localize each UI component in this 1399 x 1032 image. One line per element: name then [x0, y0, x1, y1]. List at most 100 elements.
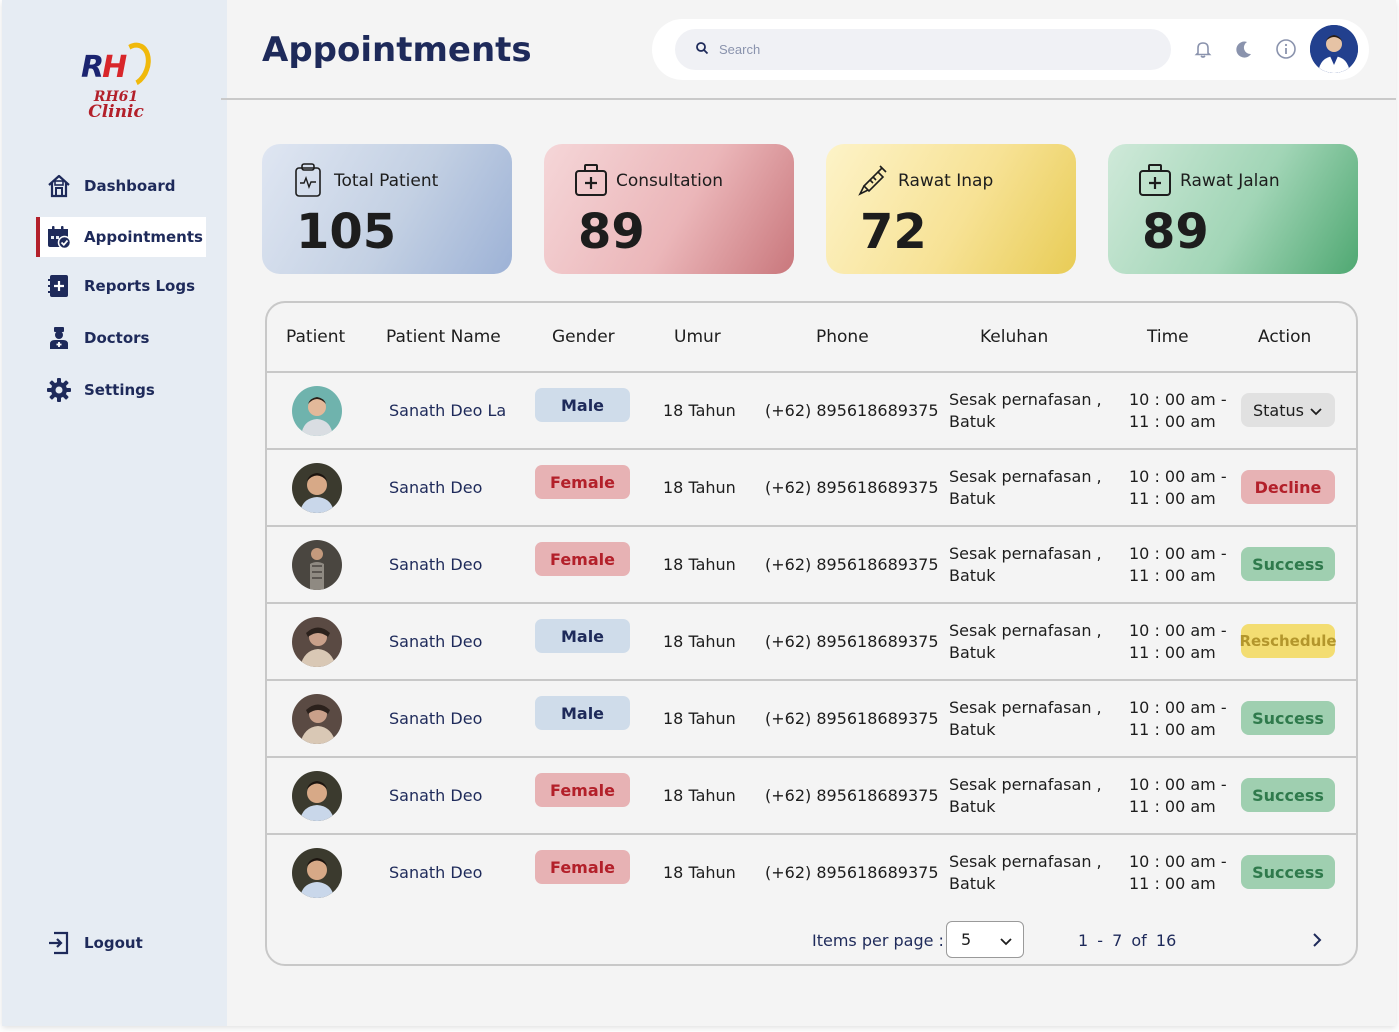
sidebar-item-settings[interactable]: Settings: [36, 370, 206, 410]
stat-value: 89: [1142, 204, 1209, 260]
table-row[interactable]: Sanath Deo Male 18 Tahun (+62) 895618689…: [267, 604, 1356, 681]
table-row[interactable]: Sanath Deo La Male 18 Tahun (+62) 895618…: [267, 373, 1356, 450]
dark-mode-moon-icon[interactable]: [1233, 38, 1255, 60]
user-avatar[interactable]: [1310, 25, 1358, 73]
appointment-time: 10 : 00 am -11 : 00 am: [1129, 621, 1227, 662]
patient-name: Sanath Deo La: [389, 401, 507, 420]
appointment-time: 10 : 00 am -11 : 00 am: [1129, 698, 1227, 739]
table-row[interactable]: Sanath Deo Female 18 Tahun (+62) 8956186…: [267, 758, 1356, 835]
gender-badge: Male: [535, 696, 630, 730]
home-icon: [46, 173, 72, 199]
table-row[interactable]: Sanath Deo Male 18 Tahun (+62) 895618689…: [267, 681, 1356, 758]
info-icon[interactable]: [1275, 38, 1297, 60]
patient-phone: (+62) 895618689375: [765, 555, 939, 574]
medical-kit-icon: [574, 162, 608, 198]
sidebar-item-label: Settings: [84, 381, 155, 399]
patient-age: 18 Tahun: [663, 863, 736, 882]
sidebar-item-doctors[interactable]: Doctors: [36, 318, 206, 358]
top-bar: Search: [652, 19, 1369, 80]
column-header: Patient Name: [386, 327, 501, 347]
logout-button[interactable]: Logout: [36, 923, 206, 963]
stat-value: 72: [860, 204, 927, 260]
medical-notebook-icon: [46, 273, 72, 299]
patient-phone: (+62) 895618689375: [765, 709, 939, 728]
patient-age: 18 Tahun: [663, 786, 736, 805]
gender-badge: Female: [535, 542, 630, 576]
patient-avatar: [292, 617, 342, 667]
sidebar-item-label: Dashboard: [84, 177, 176, 195]
patient-age: 18 Tahun: [663, 709, 736, 728]
stat-value: 105: [296, 204, 397, 260]
table-row[interactable]: Sanath Deo Female 18 Tahun (+62) 8956186…: [267, 527, 1356, 604]
patient-complaint: Sesak pernafasan , Batuk: [949, 621, 1102, 662]
patient-name: Sanath Deo: [389, 786, 483, 805]
gear-icon: [46, 377, 72, 403]
patient-avatar: [292, 771, 342, 821]
gender-badge: Male: [535, 619, 630, 653]
appointment-time: 10 : 00 am -11 : 00 am: [1129, 390, 1227, 431]
patient-name: Sanath Deo: [389, 632, 483, 651]
items-per-page-select[interactable]: 5: [946, 921, 1024, 958]
column-header: Gender: [552, 327, 615, 347]
status-dropdown[interactable]: Status: [1241, 393, 1335, 427]
patient-age: 18 Tahun: [663, 632, 736, 651]
column-header: Keluhan: [980, 327, 1049, 347]
search-placeholder: Search: [719, 42, 761, 57]
page-title: Appointments: [262, 30, 532, 70]
success-badge[interactable]: Success: [1241, 778, 1335, 812]
stat-value: 89: [578, 204, 645, 260]
chevron-down-icon: [1309, 403, 1323, 422]
patient-age: 18 Tahun: [663, 401, 736, 420]
header-divider: [221, 98, 1396, 100]
patient-complaint: Sesak pernafasan , Batuk: [949, 544, 1102, 585]
table-header: Patient Patient Name Gender Umur Phone K…: [267, 303, 1356, 373]
stat-card-total-patient[interactable]: Total Patient 105: [262, 144, 512, 274]
table-row[interactable]: Sanath Deo Female 18 Tahun (+62) 8956186…: [267, 450, 1356, 527]
patient-complaint: Sesak pernafasan , Batuk: [949, 467, 1102, 508]
sidebar-item-appointments[interactable]: Appointments: [36, 217, 206, 257]
stat-card-rawat-jalan[interactable]: Rawat Jalan 89: [1108, 144, 1358, 274]
sidebar-item-dashboard[interactable]: Dashboard: [36, 166, 206, 206]
stat-card-rawat-inap[interactable]: Rawat Inap 72: [826, 144, 1076, 274]
column-header: Action: [1258, 327, 1312, 347]
stat-label: Rawat Jalan: [1180, 171, 1280, 191]
doctor-icon: [46, 325, 72, 351]
decline-badge[interactable]: Decline: [1241, 470, 1335, 504]
syringe-icon: [856, 162, 890, 198]
items-per-page-label: Items per page :: [812, 931, 944, 950]
pagination-bar: Items per page : 5 1 - 7 of 16: [267, 903, 1356, 963]
patient-age: 18 Tahun: [663, 478, 736, 497]
success-badge[interactable]: Success: [1241, 547, 1335, 581]
stat-card-consultation[interactable]: Consultation 89: [544, 144, 794, 274]
gender-badge: Female: [535, 465, 630, 499]
stat-label: Consultation: [616, 171, 724, 191]
success-badge[interactable]: Success: [1241, 855, 1335, 889]
sidebar-item-reports-logs[interactable]: Reports Logs: [36, 266, 206, 306]
patient-age: 18 Tahun: [663, 555, 736, 574]
patient-avatar: [292, 463, 342, 513]
logout-icon: [46, 930, 72, 956]
appointment-time: 10 : 00 am -11 : 00 am: [1129, 544, 1227, 585]
success-badge[interactable]: Success: [1241, 701, 1335, 735]
column-header: Phone: [816, 327, 869, 347]
patient-name: Sanath Deo: [389, 709, 483, 728]
reschedule-badge[interactable]: Reschedule: [1239, 624, 1337, 658]
patient-phone: (+62) 895618689375: [765, 786, 939, 805]
patient-phone: (+62) 895618689375: [765, 632, 939, 651]
patient-avatar: [292, 694, 342, 744]
search-icon: [695, 40, 709, 59]
logo-text: RH61 Clinic: [88, 89, 144, 122]
chevron-right-icon[interactable]: [1307, 930, 1327, 950]
appointment-time: 10 : 00 am -11 : 00 am: [1129, 852, 1227, 893]
sidebar-item-label: Reports Logs: [84, 277, 196, 295]
column-header: Patient: [286, 327, 346, 347]
stat-label: Rawat Inap: [898, 171, 994, 191]
table-row[interactable]: Sanath Deo Female 18 Tahun (+62) 8956186…: [267, 835, 1356, 912]
search-input[interactable]: Search: [675, 29, 1171, 70]
patient-complaint: Sesak pernafasan , Batuk: [949, 390, 1102, 431]
notification-bell-icon[interactable]: [1192, 38, 1214, 60]
patient-avatar: [292, 540, 342, 590]
clinic-logo[interactable]: RH RH61 Clinic: [78, 37, 158, 124]
appointments-table: Patient Patient Name Gender Umur Phone K…: [265, 301, 1358, 966]
sidebar: RH RH61 Clinic Dashboard Appointments Re…: [2, 0, 227, 1026]
